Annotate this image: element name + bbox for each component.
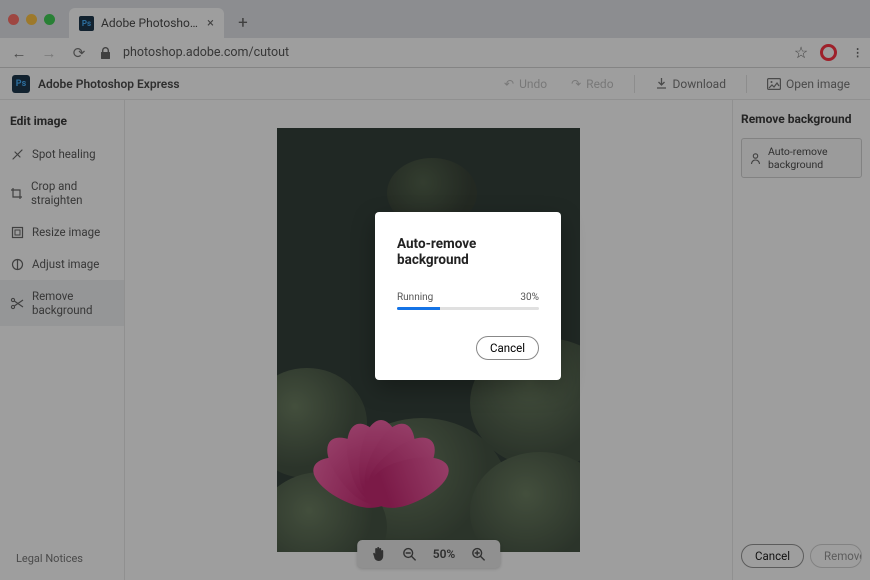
progress-percent: 30% — [520, 292, 539, 303]
modal-cancel-button[interactable]: Cancel — [476, 336, 539, 360]
modal-overlay: Auto-remove background Running 30% Cance… — [0, 0, 870, 580]
progress-status: Running — [397, 292, 433, 303]
progress-modal: Auto-remove background Running 30% Cance… — [375, 212, 561, 380]
progress-bar — [397, 307, 539, 310]
progress-fill — [397, 307, 440, 310]
modal-title: Auto-remove background — [397, 236, 539, 268]
